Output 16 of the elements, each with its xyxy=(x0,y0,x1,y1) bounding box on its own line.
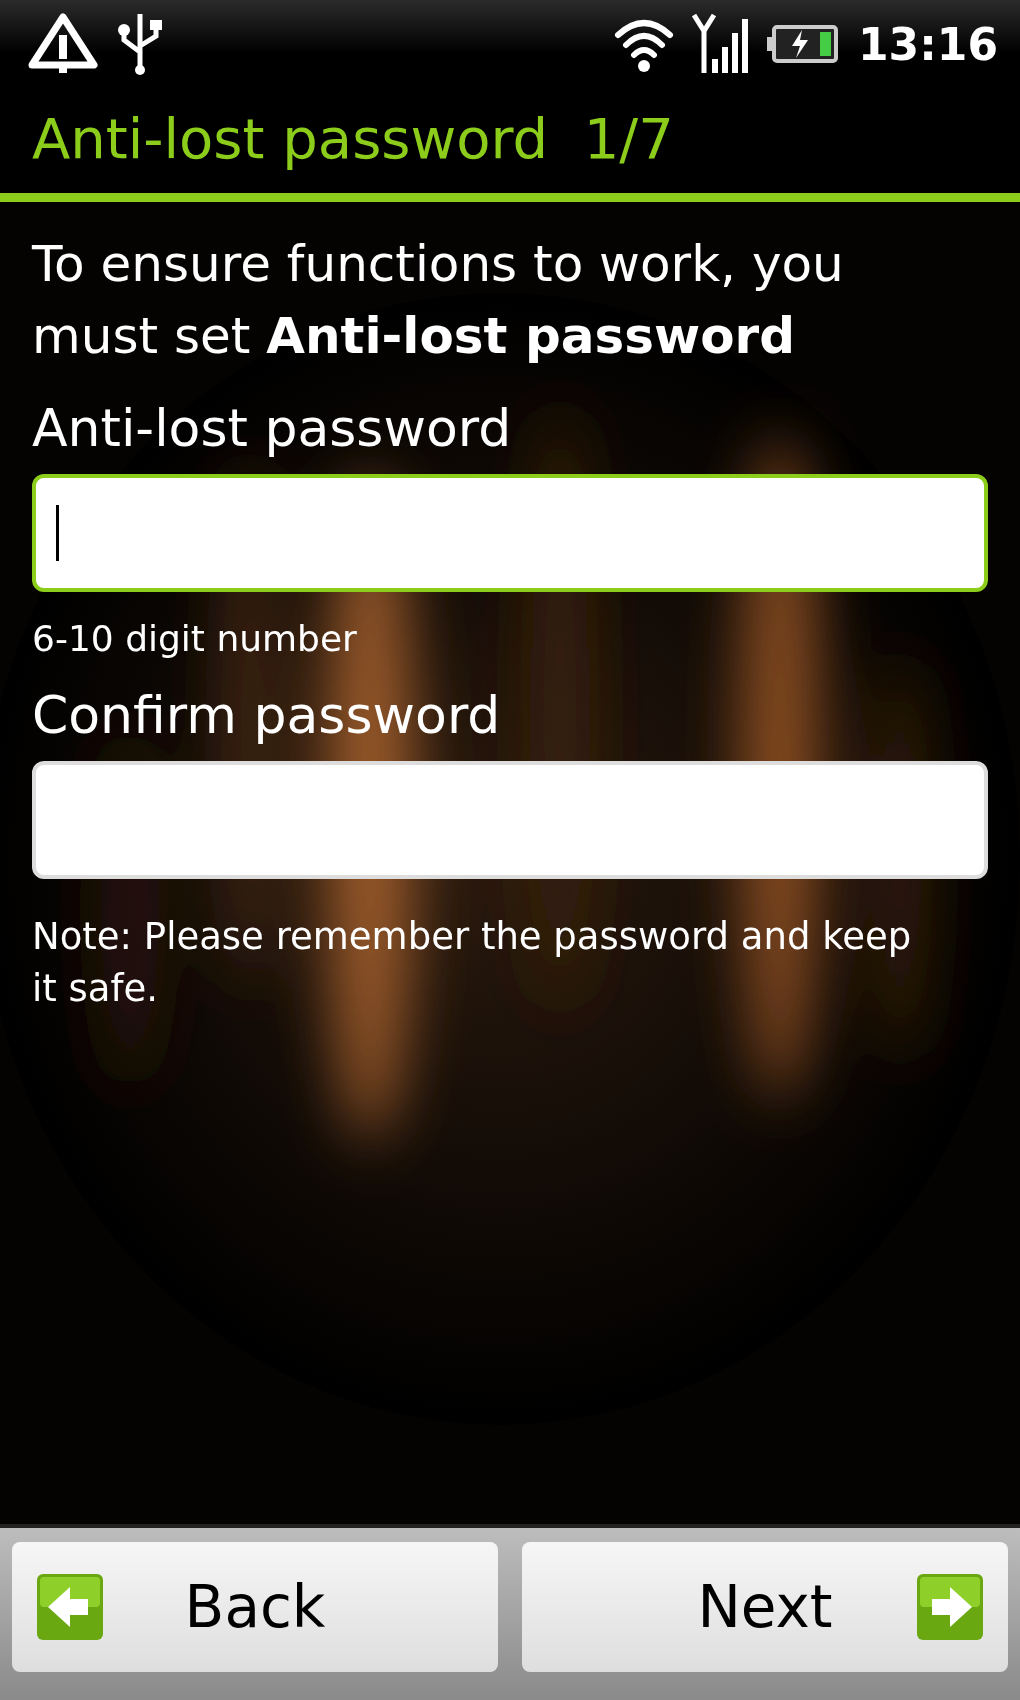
password-field[interactable] xyxy=(32,474,988,592)
field-label: Anti-lost password xyxy=(32,398,513,458)
intro-text: To ensure functions to work, you must set Anti-lost password xyxy=(32,234,845,367)
text-cursor xyxy=(56,505,59,561)
warning-icon xyxy=(28,13,98,75)
field-label: Confirm password xyxy=(32,685,502,745)
battery-icon xyxy=(765,24,840,64)
usb-icon xyxy=(116,12,164,76)
next-button[interactable]: Next xyxy=(522,1542,1008,1672)
back-button[interactable]: Back xyxy=(12,1542,498,1672)
password-field[interactable] xyxy=(32,761,988,879)
signal-icon xyxy=(691,13,748,75)
note-text: Note: Please remember the password and keep it safe. xyxy=(32,914,912,1012)
field-hint: 6-10 digit number xyxy=(32,618,358,659)
clock: 13:16 xyxy=(857,18,998,70)
screen-title: Anti-lost password 1/7 xyxy=(32,106,674,171)
